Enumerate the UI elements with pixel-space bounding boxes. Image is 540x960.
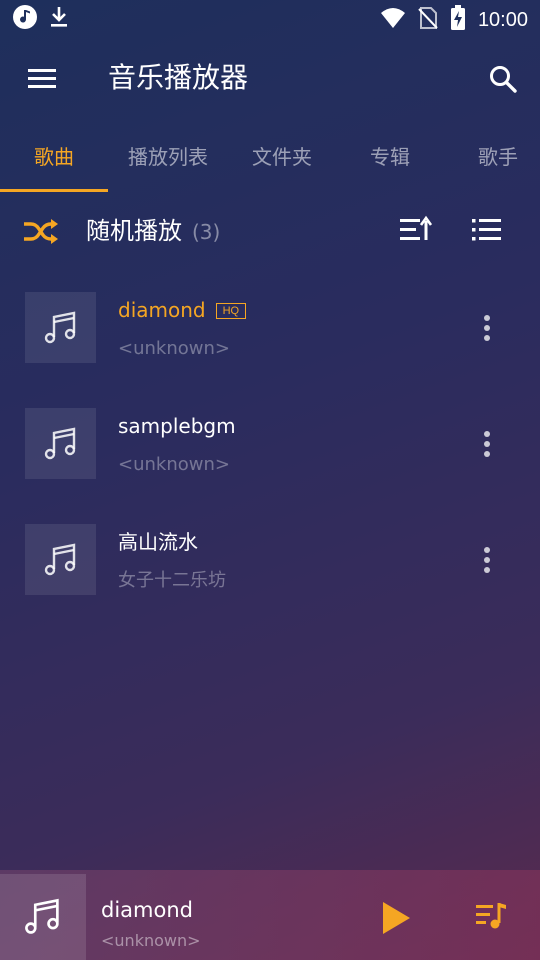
tab-indicator [0,189,108,192]
song-list: diamond HQ <unknown> samplebgm <unknown> [0,278,540,626]
app-bar: 音乐播放器 [0,46,540,112]
queue-icon [476,903,506,929]
more-options-button[interactable] [478,430,496,460]
song-title: 高山流水 [118,530,198,554]
search-button[interactable] [486,62,520,96]
more-vert-icon [484,315,490,341]
menu-icon [22,69,62,98]
list-item[interactable]: diamond HQ <unknown> [0,278,540,394]
music-note-icon [44,543,76,576]
hq-badge: HQ [215,303,247,319]
album-art [25,408,96,479]
now-playing-artist: <unknown> [101,931,201,950]
album-art [25,292,96,363]
tab-playlists[interactable]: 播放列表 [108,142,228,172]
shuffle-label: 随机播放 [86,217,182,245]
play-button[interactable] [380,900,412,936]
battery-charging-icon [450,5,466,35]
music-note-icon [44,311,76,344]
search-icon [486,66,520,100]
queue-button[interactable] [474,900,508,932]
song-artist: 女子十二乐坊 [118,570,226,591]
music-note-icon [44,427,76,460]
more-options-button[interactable] [478,546,496,576]
now-playing-bar[interactable]: diamond <unknown> [0,870,540,960]
more-vert-icon [484,431,490,457]
song-title: samplebgm [118,414,236,438]
play-icon [383,902,410,934]
app-title: 音乐播放器 [108,61,249,94]
tab-folders[interactable]: 文件夹 [228,142,336,172]
menu-button[interactable] [22,64,62,94]
download-icon [48,4,70,34]
tab-artists[interactable]: 歌手 [444,142,540,172]
more-options-button[interactable] [478,314,496,344]
no-sim-icon [418,6,438,34]
song-title-text: diamond [118,298,206,322]
list-icon [470,219,504,250]
album-art [25,524,96,595]
status-time: 10:00 [477,9,528,31]
tab-bar: 歌曲 播放列表 文件夹 专辑 歌手 [0,132,540,192]
list-item[interactable]: 高山流水 女子十二乐坊 [0,510,540,626]
tab-songs[interactable]: 歌曲 [0,142,108,172]
list-item[interactable]: samplebgm <unknown> [0,394,540,510]
song-title: diamond HQ [118,296,247,324]
shuffle-icon [22,216,60,246]
wifi-icon [380,7,406,33]
music-note-icon [12,4,38,34]
more-vert-icon [484,547,490,573]
sort-button[interactable] [398,214,433,246]
music-note-icon [25,898,59,934]
sort-icon [398,215,433,250]
shuffle-row[interactable]: 随机播放 (3) [0,200,540,264]
now-playing-title: diamond [101,898,193,922]
song-artist: <unknown> [118,454,230,475]
list-view-button[interactable] [470,214,504,246]
status-bar: 10:00 [0,0,540,36]
song-artist: <unknown> [118,338,230,359]
tab-albums[interactable]: 专辑 [336,142,444,172]
song-count: (3) [192,220,221,244]
now-playing-art [0,874,86,960]
